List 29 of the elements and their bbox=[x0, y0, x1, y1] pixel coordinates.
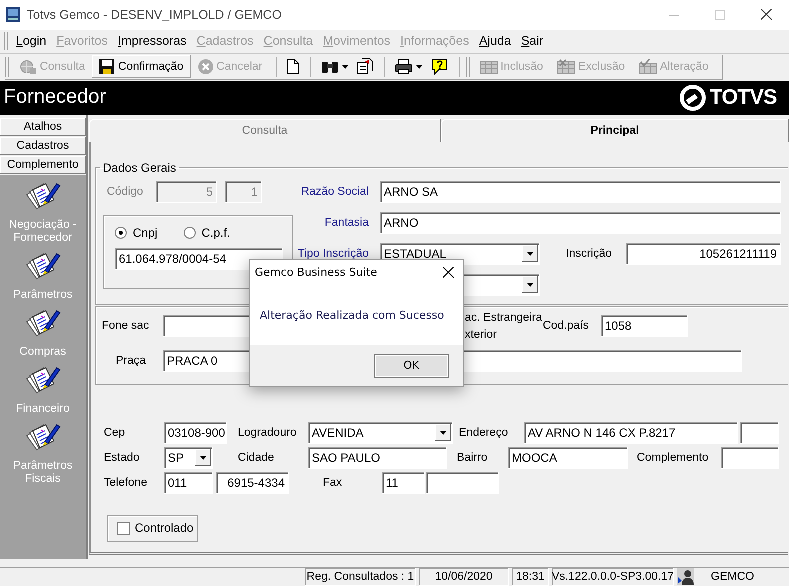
field-label: Fantasia bbox=[324, 216, 369, 229]
status-text: 18:31 bbox=[512, 568, 549, 586]
field-label: Telefone bbox=[104, 476, 148, 489]
status-text: Vs.122.0.0.0-SP3.00.17 bbox=[552, 568, 674, 586]
option-label: xterior bbox=[465, 328, 498, 341]
field-label: Cep bbox=[104, 426, 126, 439]
field-label: Cidade bbox=[238, 452, 276, 464]
field-label: Fone sac bbox=[102, 320, 150, 332]
logo-text: TOTVS bbox=[710, 86, 777, 110]
field-label: Endereço bbox=[459, 426, 510, 439]
field-label: Código bbox=[107, 186, 144, 198]
field-label: Bairro bbox=[457, 452, 489, 464]
window-title: Totvs Gemco - DESENV_IMPLOLD / GEMCO bbox=[27, 8, 282, 22]
field-label: Praça bbox=[114, 354, 147, 367]
field-label: Logradouro bbox=[238, 426, 298, 439]
status-text: GEMCO bbox=[710, 570, 754, 586]
field-label: Razão Social bbox=[300, 186, 369, 198]
status-text: 10/06/2020 bbox=[419, 568, 509, 586]
field-label: Fax bbox=[323, 476, 344, 489]
option-label: ac. Estrangeira bbox=[465, 312, 543, 324]
field-label: Complemento bbox=[637, 452, 710, 464]
field-label: Inscrição bbox=[566, 248, 614, 260]
status-text: Reg. Consultados : 1 bbox=[305, 568, 416, 586]
dialog-message: Alteração Realizada com Sucesso bbox=[260, 309, 444, 322]
field-label: Tipo Inscrição bbox=[296, 248, 369, 260]
field-label: Cod.país bbox=[543, 320, 590, 332]
field-label: Estado bbox=[104, 452, 141, 464]
page-title: Fornecedor bbox=[4, 86, 108, 110]
group-title: Dados Gerais bbox=[102, 160, 178, 175]
